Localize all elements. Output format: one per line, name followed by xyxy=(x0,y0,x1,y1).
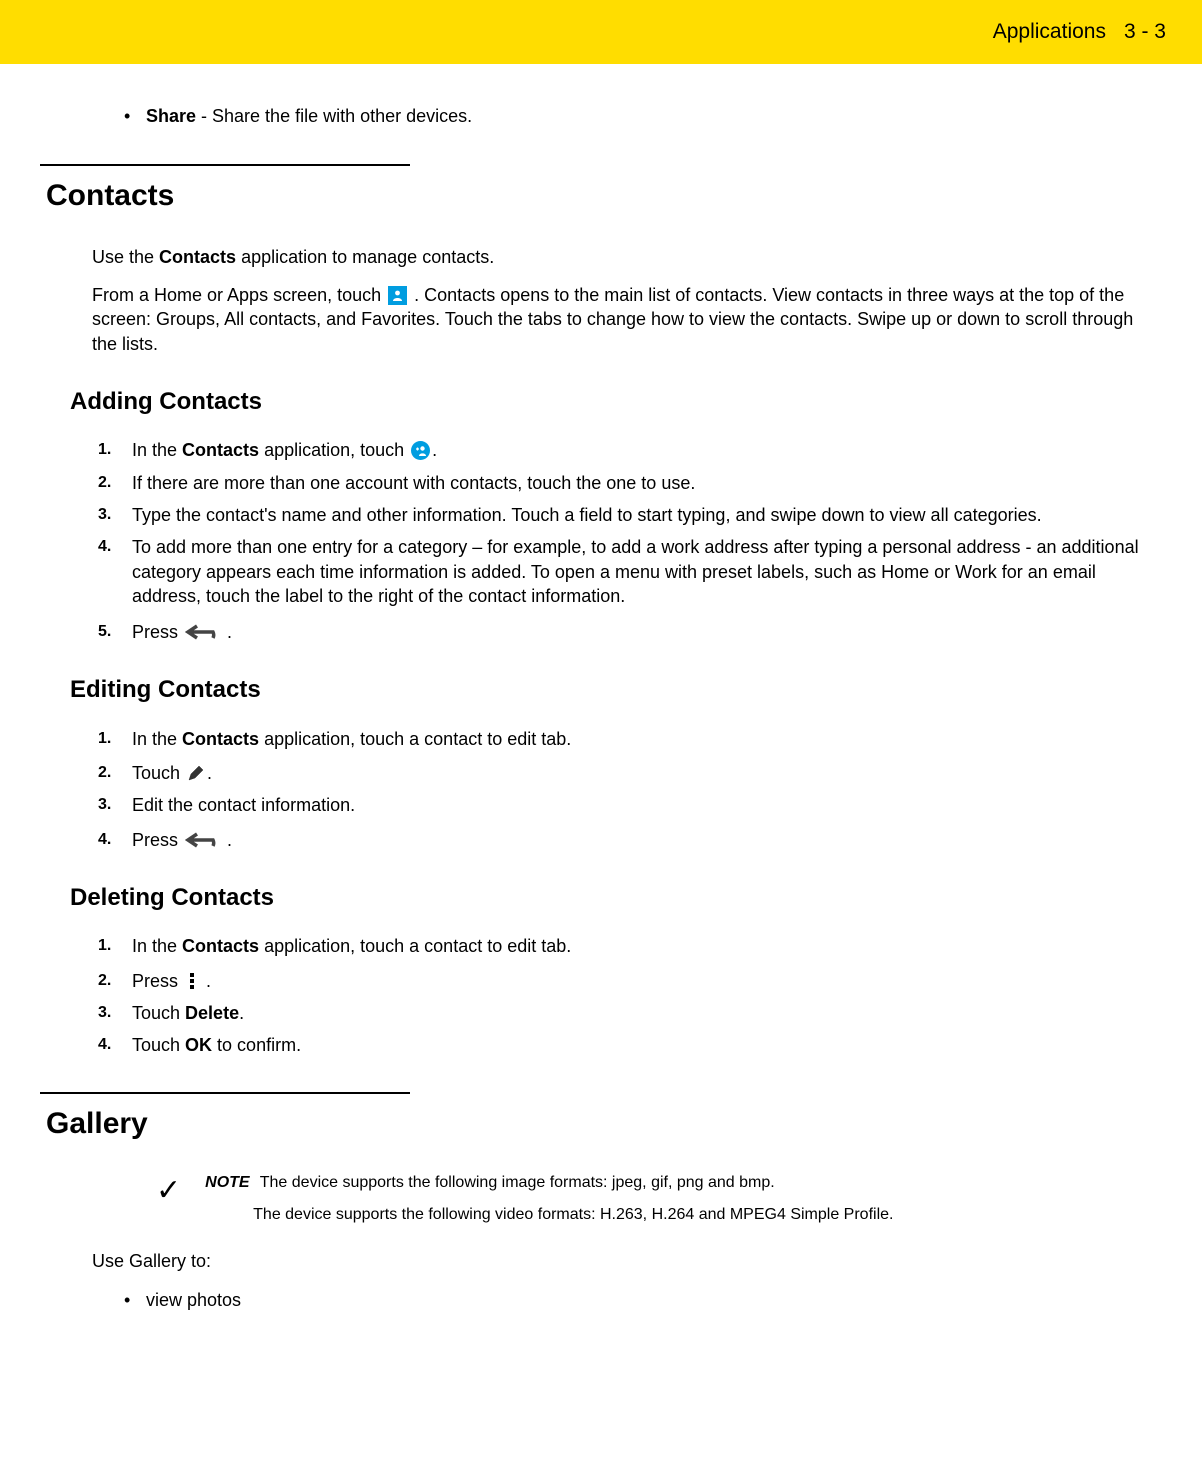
note-line-2: The device supports the following video … xyxy=(253,1204,893,1226)
list-item: 4. Touch OK to confirm. xyxy=(98,1033,1156,1057)
adding-contacts-steps: 1. In the Contacts application, touch . … xyxy=(98,438,1156,644)
section-rule xyxy=(40,1092,410,1094)
chapter-name: Applications xyxy=(993,20,1106,44)
check-icon: ✓ xyxy=(156,1172,181,1206)
more-vertical-icon xyxy=(185,971,199,991)
list-item: 1. In the Contacts application, touch . xyxy=(98,438,1156,462)
deleting-contacts-steps: 1. In the Contacts application, touch a … xyxy=(98,934,1156,1057)
pencil-icon xyxy=(187,764,205,782)
bullet-icon: • xyxy=(124,104,130,128)
list-item: 2. Press . xyxy=(98,969,1156,993)
gallery-use-intro: Use Gallery to: xyxy=(92,1249,1156,1273)
page-header: Applications 3 - 3 xyxy=(0,0,1202,64)
list-item: 2. Touch . xyxy=(98,761,1156,785)
note-line-1: The device supports the following image … xyxy=(260,1174,775,1191)
list-item: 4. To add more than one entry for a cate… xyxy=(98,535,1156,608)
note-block: ✓ NOTE The device supports the following… xyxy=(156,1172,1156,1225)
contacts-intro-1: Use the Contacts application to manage c… xyxy=(92,245,1156,269)
gallery-bullet-1: • view photos xyxy=(46,1288,1156,1312)
list-item: 3. Type the contact's name and other inf… xyxy=(98,503,1156,527)
deleting-contacts-heading: Deleting Contacts xyxy=(70,882,1156,914)
gallery-bullet-text: view photos xyxy=(146,1288,241,1312)
editing-contacts-steps: 1. In the Contacts application, touch a … xyxy=(98,727,1156,852)
page-number: 3 - 3 xyxy=(1124,20,1166,44)
share-desc: - Share the file with other devices. xyxy=(196,106,472,126)
contacts-heading: Contacts xyxy=(46,176,1156,217)
list-item: 3. Touch Delete. xyxy=(98,1001,1156,1025)
back-icon xyxy=(185,623,225,641)
bullet-icon: • xyxy=(124,1288,130,1312)
contacts-intro-2: From a Home or Apps screen, touch . Cont… xyxy=(92,283,1156,356)
editing-contacts-heading: Editing Contacts xyxy=(70,674,1156,706)
adding-contacts-heading: Adding Contacts xyxy=(70,386,1156,418)
contacts-app-icon xyxy=(388,286,407,305)
share-bullet: • Share - Share the file with other devi… xyxy=(46,104,1156,128)
gallery-heading: Gallery xyxy=(46,1104,1156,1145)
list-item: 3. Edit the contact information. xyxy=(98,793,1156,817)
add-contact-icon xyxy=(411,441,430,460)
list-item: 1. In the Contacts application, touch a … xyxy=(98,727,1156,751)
list-item: 4. Press . xyxy=(98,828,1156,852)
back-icon xyxy=(185,831,225,849)
section-rule xyxy=(40,164,410,166)
list-item: 1. In the Contacts application, touch a … xyxy=(98,934,1156,958)
note-label: NOTE xyxy=(205,1174,249,1191)
list-item: 5. Press . xyxy=(98,620,1156,644)
list-item: 2. If there are more than one account wi… xyxy=(98,471,1156,495)
share-label: Share xyxy=(146,106,196,126)
